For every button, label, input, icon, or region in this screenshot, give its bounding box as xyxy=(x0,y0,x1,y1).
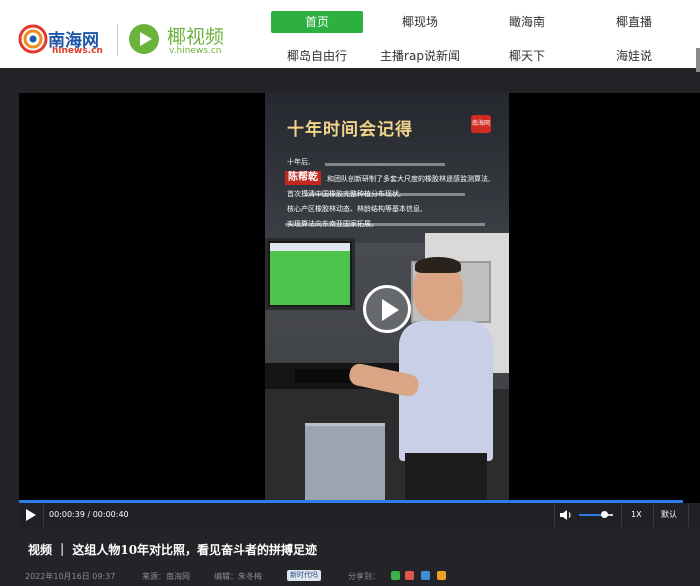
caption-line: 和团队创新研制了多套大尺度的橡胶林遥感监测算法, xyxy=(327,175,491,183)
qzone-share-icon[interactable] xyxy=(421,571,430,580)
nav-item-home[interactable]: 首页 xyxy=(271,11,363,33)
control-divider xyxy=(621,503,622,527)
scene-monitor-bar xyxy=(270,243,350,251)
site-header: 南海网 hinews.cn 椰视频 v.hinews.cn 首页 椰现场 瞰海南… xyxy=(0,0,700,68)
time-display: 00:00:39 / 00:00:40 xyxy=(49,510,129,519)
scene-person-pants xyxy=(405,453,487,500)
yeshipin-logo-icon xyxy=(129,24,159,54)
logo-divider xyxy=(117,24,118,56)
nav-item-kanhainan[interactable]: 瞰海南 xyxy=(481,11,573,33)
scrollbar-thumb[interactable] xyxy=(696,48,700,72)
volume-handle[interactable] xyxy=(601,511,608,518)
scene-person-hair xyxy=(415,257,461,273)
control-divider xyxy=(43,503,44,527)
main-nav: 首页 椰现场 瞰海南 椰直播 椰岛自由行 主播rap说新闻 椰天下 海娃说 xyxy=(268,10,700,68)
nav-item-zhubo-rap[interactable]: 主播rap说新闻 xyxy=(374,45,466,67)
hinews-logo-sub: hinews.cn xyxy=(52,46,103,56)
more-share-icon[interactable] xyxy=(437,571,446,580)
nav-item-yedao-ziyouxing[interactable]: 椰岛自由行 xyxy=(271,45,363,67)
control-divider xyxy=(653,503,654,527)
control-divider xyxy=(688,503,689,527)
article-source: 来源：南海网 xyxy=(142,572,190,581)
caption-line: 十年后, xyxy=(287,158,311,166)
play-icon xyxy=(382,299,399,321)
caption-line: 实现算法向东南亚国家拓展。 xyxy=(287,220,378,228)
current-time: 00:00:39 xyxy=(49,510,85,519)
nav-item-yetianxia[interactable]: 椰天下 xyxy=(481,45,573,67)
article-editor: 编辑：朱冬梅 xyxy=(214,572,262,581)
video-player[interactable]: 十年时间会记得 南海网 十年后, 陈帮乾 和团队创新研制了多套大尺度的橡胶林遥感… xyxy=(19,93,700,527)
yeshipin-logo-text: 椰视频 xyxy=(167,26,225,48)
nav-item-haiwashuo[interactable]: 海娃说 xyxy=(588,45,680,67)
scene-drawer xyxy=(305,423,385,500)
caption-person-name: 陈帮乾 xyxy=(285,171,321,185)
topic-tag[interactable]: 新时代吗 xyxy=(287,570,321,581)
volume-slider[interactable] xyxy=(579,511,613,518)
caption-title: 十年时间会记得 xyxy=(287,120,413,140)
yeshipin-logo[interactable]: 椰视频 v.hinews.cn xyxy=(127,20,237,60)
play-icon[interactable] xyxy=(26,509,36,521)
playback-speed-button[interactable]: 1X xyxy=(631,503,642,527)
publish-date: 2022年10月16日 09:37 xyxy=(25,572,116,581)
nav-item-yexianchang[interactable]: 椰现场 xyxy=(374,11,466,33)
video-controls: 00:00:39 / 00:00:40 1X 默认 xyxy=(19,503,700,527)
scene-monitor xyxy=(265,238,355,310)
caption-line: 首次摸清中国橡胶完整种植分布现状, xyxy=(287,190,402,198)
control-divider xyxy=(554,503,555,527)
scene-monitor-screen xyxy=(270,243,350,305)
weibo-share-icon[interactable] xyxy=(405,571,414,580)
volume-icon[interactable] xyxy=(559,509,573,521)
hinews-logo[interactable]: 南海网 hinews.cn xyxy=(18,22,110,58)
caption-line: 核心产区橡胶林动态、林龄结构等基本信息, xyxy=(287,205,423,213)
hinews-logo-icon xyxy=(18,24,48,54)
yeshipin-logo-sub: v.hinews.cn xyxy=(169,46,222,56)
video-title: 视频 ｜ 这组人物10年对比照，看见奋斗者的拼搏足迹 xyxy=(28,543,318,557)
quality-button[interactable]: 默认 xyxy=(661,503,677,527)
scene-light xyxy=(325,163,445,166)
big-play-button[interactable] xyxy=(363,285,411,333)
share-label: 分享到： xyxy=(348,572,380,581)
caption-badge: 南海网 xyxy=(471,115,491,133)
nav-item-yezhibo[interactable]: 椰直播 xyxy=(588,11,680,33)
wechat-share-icon[interactable] xyxy=(391,571,400,580)
duration: 00:00:40 xyxy=(92,510,129,519)
